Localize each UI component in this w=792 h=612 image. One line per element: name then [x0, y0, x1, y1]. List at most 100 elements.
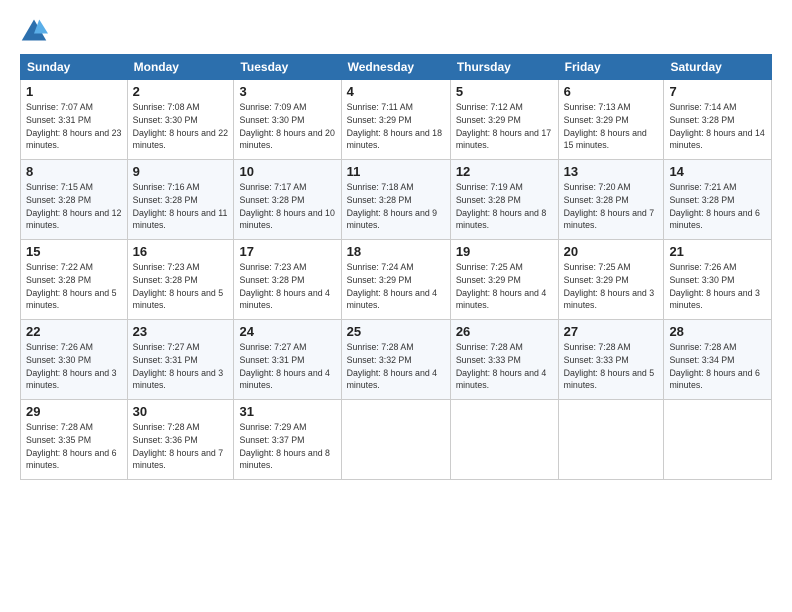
day-info: Sunrise: 7:28 AMSunset: 3:32 PMDaylight:… — [347, 341, 445, 392]
calendar-week-row: 29 Sunrise: 7:28 AMSunset: 3:35 PMDayligh… — [21, 400, 772, 480]
day-info: Sunrise: 7:14 AMSunset: 3:28 PMDaylight:… — [669, 101, 766, 152]
day-info: Sunrise: 7:19 AMSunset: 3:28 PMDaylight:… — [456, 181, 553, 232]
day-info: Sunrise: 7:28 AMSunset: 3:33 PMDaylight:… — [564, 341, 659, 392]
calendar-cell: 6 Sunrise: 7:13 AMSunset: 3:29 PMDaylight… — [558, 80, 664, 160]
calendar-cell: 19 Sunrise: 7:25 AMSunset: 3:29 PMDayligh… — [450, 240, 558, 320]
day-info: Sunrise: 7:28 AMSunset: 3:36 PMDaylight:… — [133, 421, 229, 472]
day-number: 3 — [239, 84, 335, 99]
calendar-cell: 17Sunrise: 7:23 AMSunset: 3:28 PMDayligh… — [234, 240, 341, 320]
weekday-header-thursday: Thursday — [450, 55, 558, 80]
calendar-cell: 21Sunrise: 7:26 AMSunset: 3:30 PMDayligh… — [664, 240, 772, 320]
day-number: 31 — [239, 404, 335, 419]
day-number: 21 — [669, 244, 766, 259]
calendar-cell: 15 Sunrise: 7:22 AMSunset: 3:28 PMDayligh… — [21, 240, 128, 320]
day-info: Sunrise: 7:21 AMSunset: 3:28 PMDaylight:… — [669, 181, 766, 232]
calendar-cell: 20 Sunrise: 7:25 AMSunset: 3:29 PMDayligh… — [558, 240, 664, 320]
day-number: 24 — [239, 324, 335, 339]
calendar-cell: 1 Sunrise: 7:07 AMSunset: 3:31 PMDaylight… — [21, 80, 128, 160]
day-info: Sunrise: 7:27 AMSunset: 3:31 PMDaylight:… — [133, 341, 229, 392]
calendar-cell — [664, 400, 772, 480]
day-number: 6 — [564, 84, 659, 99]
day-info: Sunrise: 7:27 AMSunset: 3:31 PMDaylight:… — [239, 341, 335, 392]
calendar-cell: 3 Sunrise: 7:09 AMSunset: 3:30 PMDaylight… — [234, 80, 341, 160]
calendar-cell: 30 Sunrise: 7:28 AMSunset: 3:36 PMDayligh… — [127, 400, 234, 480]
day-number: 18 — [347, 244, 445, 259]
weekday-header-row: SundayMondayTuesdayWednesdayThursdayFrid… — [21, 55, 772, 80]
day-number: 2 — [133, 84, 229, 99]
calendar-table: SundayMondayTuesdayWednesdayThursdayFrid… — [20, 54, 772, 480]
day-info: Sunrise: 7:24 AMSunset: 3:29 PMDaylight:… — [347, 261, 445, 312]
weekday-header-sunday: Sunday — [21, 55, 128, 80]
day-number: 11 — [347, 164, 445, 179]
weekday-header-tuesday: Tuesday — [234, 55, 341, 80]
day-info: Sunrise: 7:07 AMSunset: 3:31 PMDaylight:… — [26, 101, 122, 152]
calendar-cell — [450, 400, 558, 480]
day-number: 15 — [26, 244, 122, 259]
day-number: 17 — [239, 244, 335, 259]
day-number: 22 — [26, 324, 122, 339]
day-info: Sunrise: 7:18 AMSunset: 3:28 PMDaylight:… — [347, 181, 445, 232]
calendar-week-row: 15 Sunrise: 7:22 AMSunset: 3:28 PMDayligh… — [21, 240, 772, 320]
calendar-cell: 29 Sunrise: 7:28 AMSunset: 3:35 PMDayligh… — [21, 400, 128, 480]
day-number: 8 — [26, 164, 122, 179]
calendar-cell: 26Sunrise: 7:28 AMSunset: 3:33 PMDayligh… — [450, 320, 558, 400]
day-number: 5 — [456, 84, 553, 99]
calendar-cell: 4 Sunrise: 7:11 AMSunset: 3:29 PMDaylight… — [341, 80, 450, 160]
calendar-week-row: 1 Sunrise: 7:07 AMSunset: 3:31 PMDaylight… — [21, 80, 772, 160]
page: SundayMondayTuesdayWednesdayThursdayFrid… — [0, 0, 792, 612]
weekday-header-saturday: Saturday — [664, 55, 772, 80]
day-info: Sunrise: 7:29 AMSunset: 3:37 PMDaylight:… — [239, 421, 335, 472]
calendar-cell: 7 Sunrise: 7:14 AMSunset: 3:28 PMDaylight… — [664, 80, 772, 160]
day-number: 20 — [564, 244, 659, 259]
day-info: Sunrise: 7:23 AMSunset: 3:28 PMDaylight:… — [133, 261, 229, 312]
calendar-cell: 31 Sunrise: 7:29 AMSunset: 3:37 PMDayligh… — [234, 400, 341, 480]
day-info: Sunrise: 7:17 AMSunset: 3:28 PMDaylight:… — [239, 181, 335, 232]
day-number: 28 — [669, 324, 766, 339]
calendar-cell: 28Sunrise: 7:28 AMSunset: 3:34 PMDayligh… — [664, 320, 772, 400]
weekday-header-wednesday: Wednesday — [341, 55, 450, 80]
day-info: Sunrise: 7:25 AMSunset: 3:29 PMDaylight:… — [456, 261, 553, 312]
day-number: 19 — [456, 244, 553, 259]
day-info: Sunrise: 7:25 AMSunset: 3:29 PMDaylight:… — [564, 261, 659, 312]
day-info: Sunrise: 7:11 AMSunset: 3:29 PMDaylight:… — [347, 101, 445, 152]
header — [20, 16, 772, 44]
day-number: 13 — [564, 164, 659, 179]
day-info: Sunrise: 7:16 AMSunset: 3:28 PMDaylight:… — [133, 181, 229, 232]
calendar-cell: 2 Sunrise: 7:08 AMSunset: 3:30 PMDaylight… — [127, 80, 234, 160]
day-number: 10 — [239, 164, 335, 179]
day-info: Sunrise: 7:28 AMSunset: 3:35 PMDaylight:… — [26, 421, 122, 472]
day-number: 9 — [133, 164, 229, 179]
logo-icon — [20, 16, 48, 44]
day-number: 1 — [26, 84, 122, 99]
day-info: Sunrise: 7:28 AMSunset: 3:33 PMDaylight:… — [456, 341, 553, 392]
day-number: 25 — [347, 324, 445, 339]
day-number: 23 — [133, 324, 229, 339]
day-number: 4 — [347, 84, 445, 99]
calendar-cell: 16 Sunrise: 7:23 AMSunset: 3:28 PMDayligh… — [127, 240, 234, 320]
day-info: Sunrise: 7:12 AMSunset: 3:29 PMDaylight:… — [456, 101, 553, 152]
day-number: 29 — [26, 404, 122, 419]
day-number: 30 — [133, 404, 229, 419]
calendar-cell — [558, 400, 664, 480]
calendar-cell: 12 Sunrise: 7:19 AMSunset: 3:28 PMDayligh… — [450, 160, 558, 240]
day-info: Sunrise: 7:26 AMSunset: 3:30 PMDaylight:… — [26, 341, 122, 392]
calendar-cell: 11 Sunrise: 7:18 AMSunset: 3:28 PMDayligh… — [341, 160, 450, 240]
calendar-cell: 25 Sunrise: 7:28 AMSunset: 3:32 PMDayligh… — [341, 320, 450, 400]
day-number: 14 — [669, 164, 766, 179]
day-info: Sunrise: 7:09 AMSunset: 3:30 PMDaylight:… — [239, 101, 335, 152]
calendar-cell: 8 Sunrise: 7:15 AMSunset: 3:28 PMDaylight… — [21, 160, 128, 240]
weekday-header-monday: Monday — [127, 55, 234, 80]
day-number: 16 — [133, 244, 229, 259]
day-number: 7 — [669, 84, 766, 99]
day-info: Sunrise: 7:15 AMSunset: 3:28 PMDaylight:… — [26, 181, 122, 232]
calendar-week-row: 8 Sunrise: 7:15 AMSunset: 3:28 PMDaylight… — [21, 160, 772, 240]
day-info: Sunrise: 7:22 AMSunset: 3:28 PMDaylight:… — [26, 261, 122, 312]
calendar-cell: 13Sunrise: 7:20 AMSunset: 3:28 PMDayligh… — [558, 160, 664, 240]
day-number: 12 — [456, 164, 553, 179]
calendar-cell: 23 Sunrise: 7:27 AMSunset: 3:31 PMDayligh… — [127, 320, 234, 400]
day-info: Sunrise: 7:08 AMSunset: 3:30 PMDaylight:… — [133, 101, 229, 152]
day-info: Sunrise: 7:13 AMSunset: 3:29 PMDaylight:… — [564, 101, 659, 152]
logo — [20, 16, 52, 44]
calendar-week-row: 22 Sunrise: 7:26 AMSunset: 3:30 PMDayligh… — [21, 320, 772, 400]
calendar-cell — [341, 400, 450, 480]
